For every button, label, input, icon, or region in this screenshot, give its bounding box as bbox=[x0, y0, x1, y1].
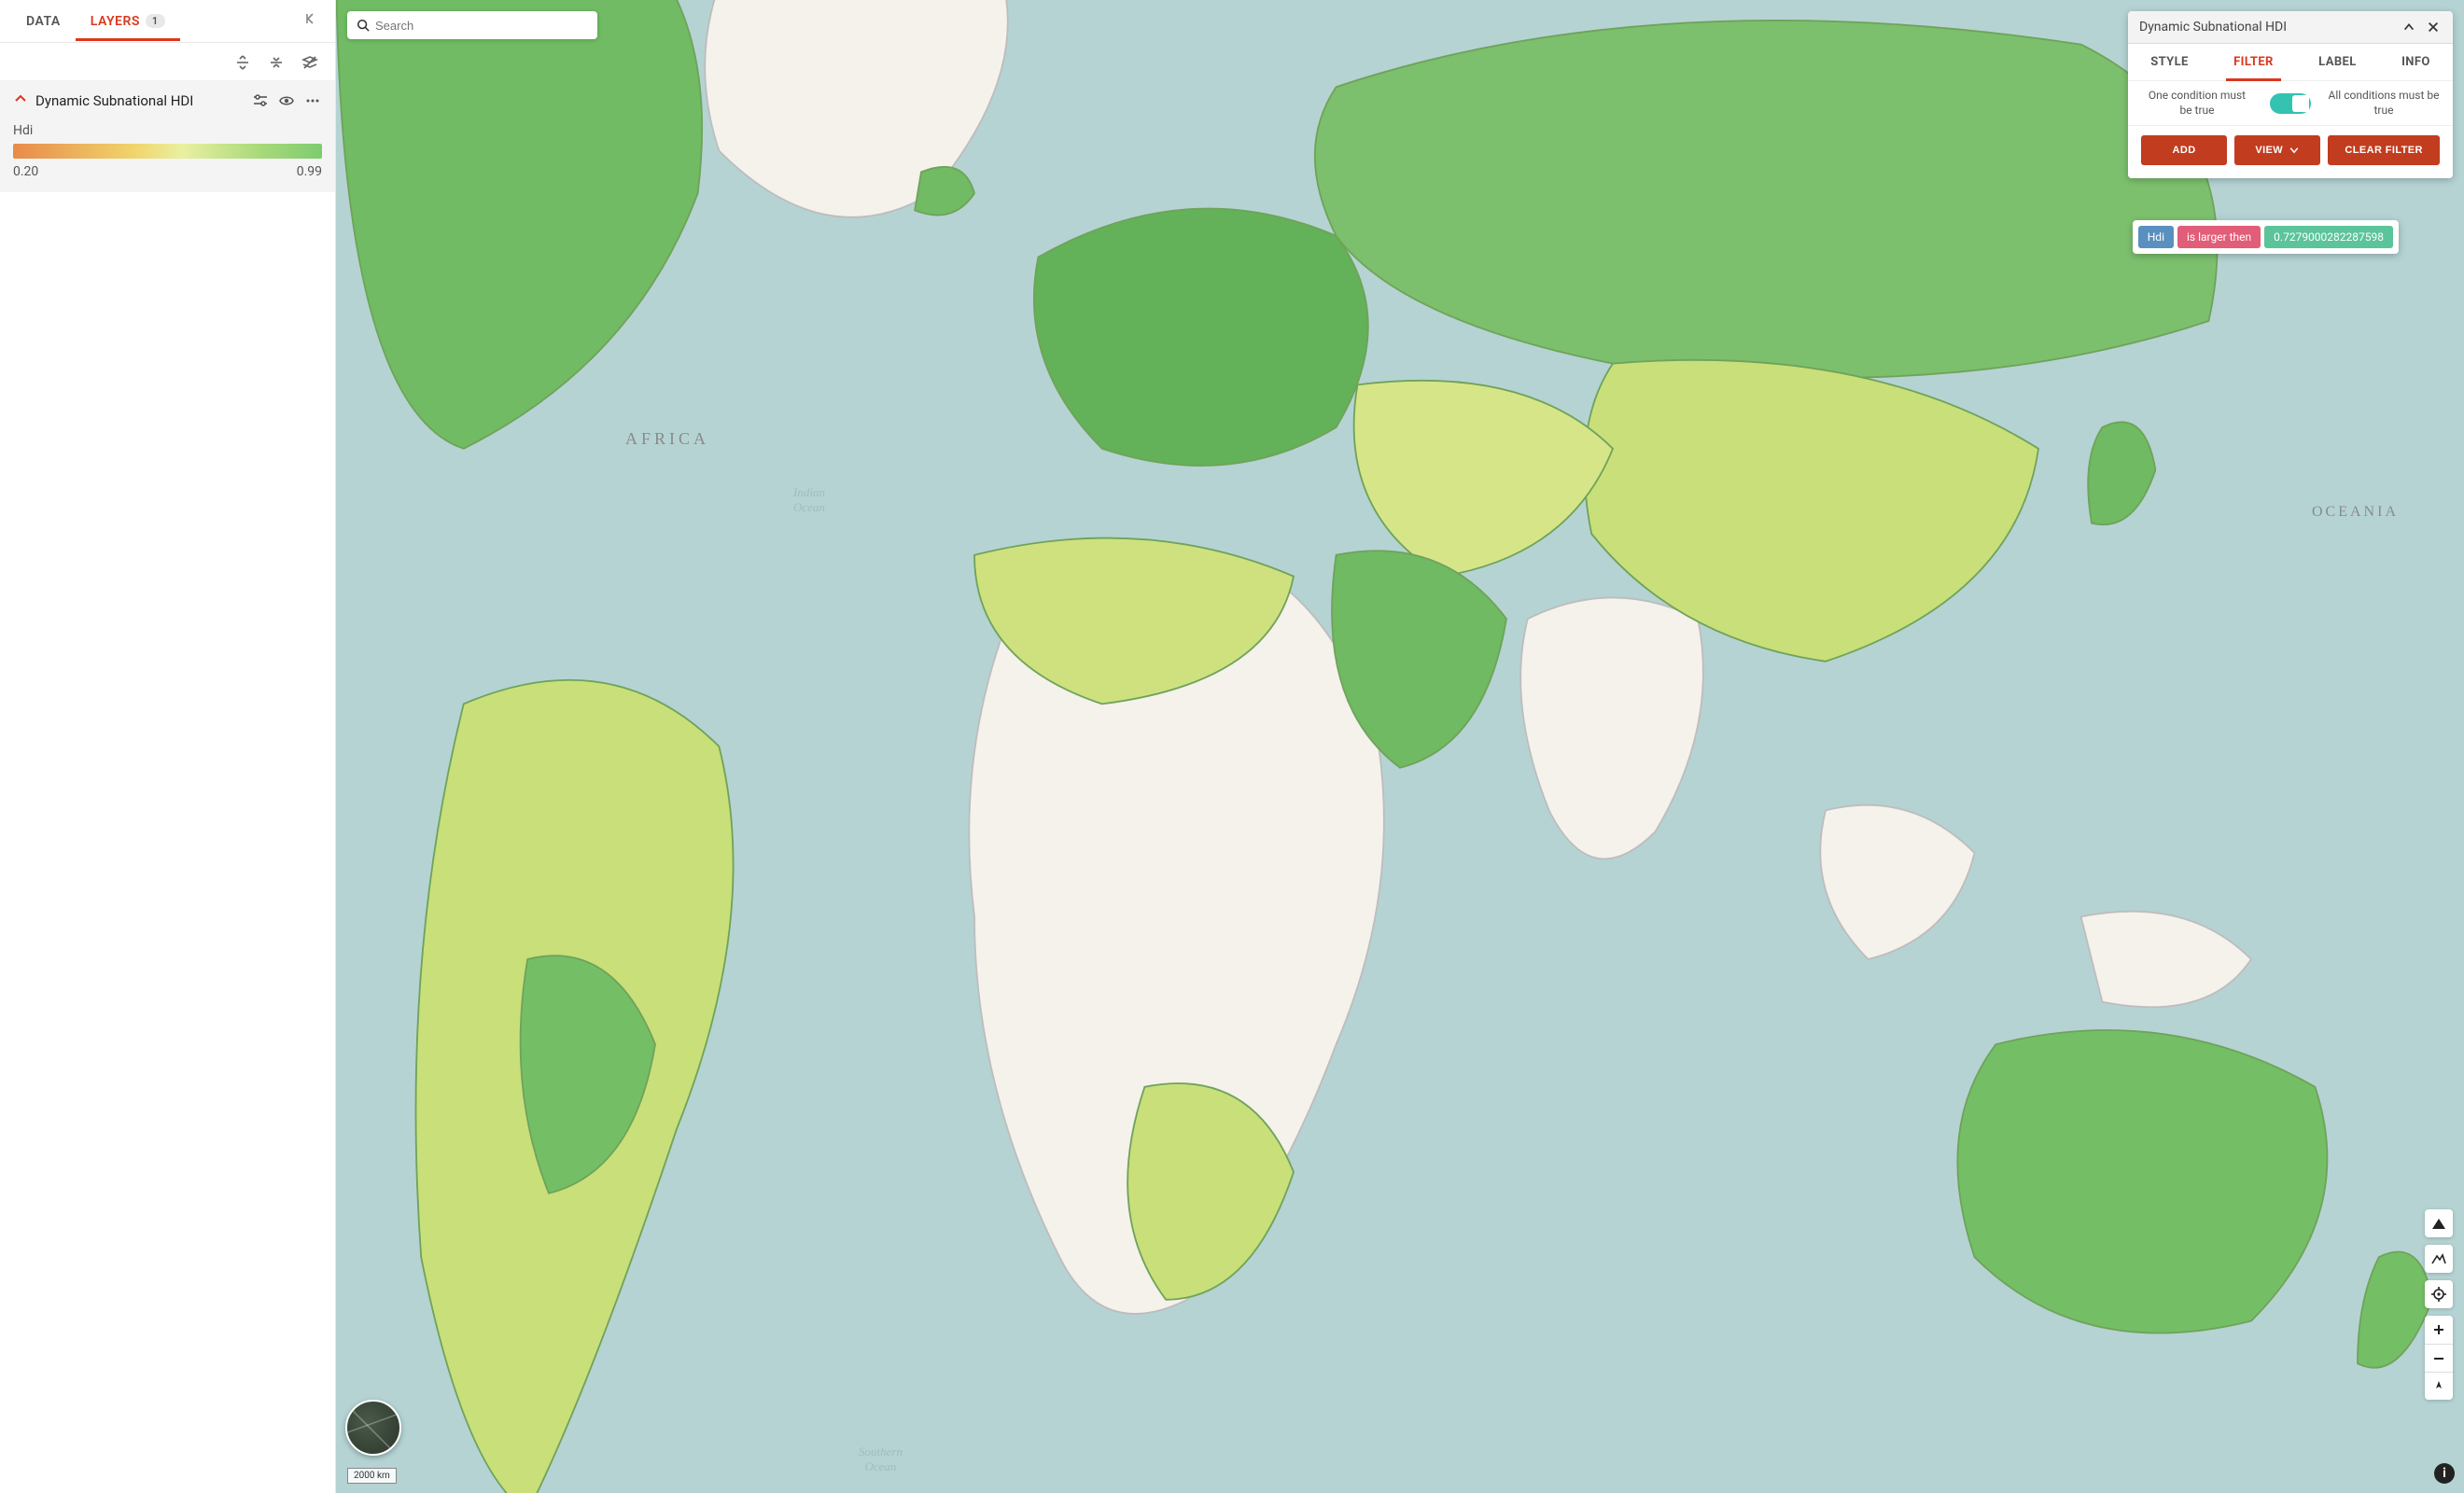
map-canvas[interactable]: AFRICA OCEANIA Indian Ocean Southern Oce… bbox=[336, 0, 2464, 1493]
chevron-down-icon bbox=[2289, 145, 2300, 156]
layer-more-button[interactable] bbox=[303, 91, 322, 110]
chevron-up-icon bbox=[2402, 21, 2415, 34]
sidebar-tabs: DATA LAYERS 1 bbox=[0, 0, 335, 43]
panel-tab-info[interactable]: INFO bbox=[2394, 44, 2438, 80]
expand-all-button[interactable] bbox=[232, 52, 253, 73]
dots-horizontal-icon bbox=[304, 92, 321, 109]
legend-field-name: Hdi bbox=[13, 123, 322, 138]
search-input[interactable] bbox=[375, 19, 588, 33]
crosshair-icon bbox=[2430, 1286, 2447, 1303]
tab-layers-label: LAYERS bbox=[91, 14, 140, 29]
zoom-controls bbox=[2425, 1316, 2453, 1400]
basemap-switcher[interactable] bbox=[345, 1400, 401, 1456]
add-filter-button[interactable]: ADD bbox=[2141, 135, 2227, 165]
filter-buttons: ADD VIEW CLEAR FILTER bbox=[2128, 126, 2453, 165]
map-controls bbox=[2425, 1209, 2453, 1400]
compass-button[interactable] bbox=[2425, 1372, 2453, 1400]
legend-labels: 0.20 0.99 bbox=[13, 164, 322, 179]
panel-tab-label[interactable]: LABEL bbox=[2311, 44, 2364, 80]
mountain-outline-icon bbox=[2430, 1250, 2447, 1267]
layers-count-badge: 1 bbox=[146, 14, 165, 28]
filter-chip-operator: is larger then bbox=[2177, 226, 2261, 248]
layer-visibility-button[interactable] bbox=[277, 91, 296, 110]
plus-icon bbox=[2432, 1323, 2445, 1336]
legend-min: 0.20 bbox=[13, 164, 38, 179]
cond-all-label: All conditions must be true bbox=[2328, 89, 2440, 118]
panel-tabs: STYLE FILTER LABEL INFO bbox=[2128, 44, 2453, 81]
collapse-sidebar-button[interactable] bbox=[298, 7, 324, 35]
sidebar: DATA LAYERS 1 Dynamic Subnational HDI bbox=[0, 0, 336, 1493]
info-icon: i bbox=[2443, 1466, 2446, 1481]
layer-toolbar bbox=[0, 43, 335, 80]
close-icon bbox=[2427, 21, 2440, 34]
toggle-knob bbox=[2292, 95, 2309, 112]
chevron-line-left-icon bbox=[303, 11, 318, 26]
view-filter-button[interactable]: VIEW bbox=[2234, 135, 2320, 165]
collapse-all-button[interactable] bbox=[266, 52, 287, 73]
layer-settings-panel: Dynamic Subnational HDI STYLE FILTER LAB… bbox=[2128, 11, 2453, 178]
panel-tab-filter[interactable]: FILTER bbox=[2226, 44, 2281, 80]
panel-collapse-button[interactable] bbox=[2401, 19, 2417, 35]
sliders-icon bbox=[252, 92, 269, 109]
panel-header: Dynamic Subnational HDI bbox=[2128, 11, 2453, 43]
eye-icon bbox=[278, 92, 295, 109]
panel-tab-style[interactable]: STYLE bbox=[2143, 44, 2196, 80]
layer-item-header: Dynamic Subnational HDI bbox=[13, 91, 322, 110]
tab-layers[interactable]: LAYERS 1 bbox=[76, 3, 180, 40]
map-search[interactable] bbox=[347, 11, 597, 39]
layer-name: Dynamic Subnational HDI bbox=[35, 92, 244, 109]
panel-title: Dynamic Subnational HDI bbox=[2139, 20, 2393, 35]
layer-settings-button[interactable] bbox=[251, 91, 270, 110]
legend-gradient bbox=[13, 144, 322, 159]
layer-collapse-toggle[interactable] bbox=[13, 91, 28, 110]
minus-icon bbox=[2432, 1352, 2445, 1365]
collapse-vertical-icon bbox=[267, 53, 286, 72]
locate-button[interactable] bbox=[2425, 1280, 2453, 1308]
terrain-button[interactable] bbox=[2425, 1245, 2453, 1273]
tab-data[interactable]: DATA bbox=[11, 3, 76, 40]
filter-chip[interactable]: Hdi is larger then 0.7279000282287598 bbox=[2133, 220, 2399, 254]
layer-item: Dynamic Subnational HDI Hdi 0.20 0.99 bbox=[0, 80, 335, 192]
filter-logic-toggle[interactable] bbox=[2270, 93, 2311, 114]
filter-chip-field: Hdi bbox=[2138, 226, 2174, 248]
zoom-out-button[interactable] bbox=[2425, 1344, 2453, 1372]
legend-max: 0.99 bbox=[297, 164, 322, 179]
expand-vertical-icon bbox=[233, 53, 252, 72]
attribution-button[interactable]: i bbox=[2434, 1463, 2455, 1484]
filter-logic-row: One condition must be true All condition… bbox=[2128, 81, 2453, 126]
cond-one-label: One condition must be true bbox=[2141, 89, 2253, 118]
compass-icon bbox=[2432, 1380, 2445, 1393]
panel-close-button[interactable] bbox=[2425, 19, 2442, 35]
zoom-in-button[interactable] bbox=[2425, 1316, 2453, 1344]
filter-chip-value: 0.7279000282287598 bbox=[2264, 226, 2393, 248]
mountain-filled-icon bbox=[2430, 1215, 2447, 1232]
clear-filter-button[interactable]: CLEAR FILTER bbox=[2328, 135, 2440, 165]
hide-all-button[interactable] bbox=[300, 52, 320, 73]
scale-bar: 2000 km bbox=[347, 1468, 397, 1484]
search-icon bbox=[357, 19, 370, 32]
layers-off-icon bbox=[301, 53, 319, 72]
panel-body: STYLE FILTER LABEL INFO One condition mu… bbox=[2128, 43, 2453, 178]
pitch-button[interactable] bbox=[2425, 1209, 2453, 1237]
chevron-up-icon bbox=[13, 91, 28, 106]
